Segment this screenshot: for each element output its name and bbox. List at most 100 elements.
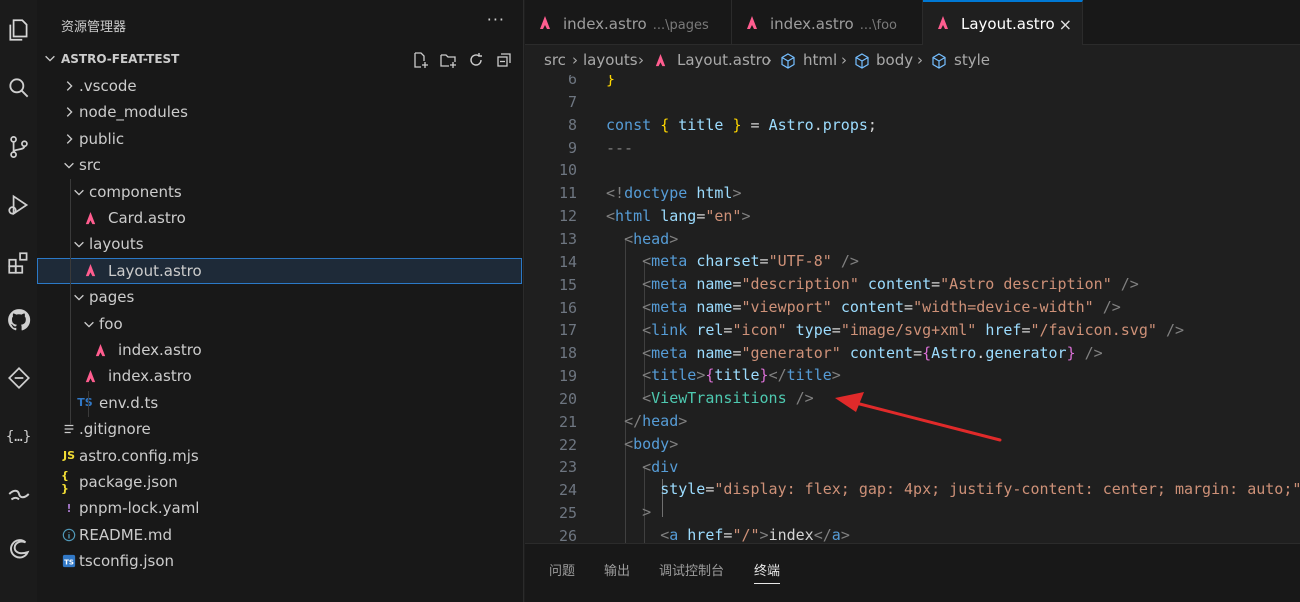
line-number: 12 bbox=[558, 207, 577, 226]
search-icon[interactable] bbox=[0, 68, 37, 108]
tree-item[interactable]: Layout.astro bbox=[37, 257, 522, 284]
code-line: </head> bbox=[624, 412, 688, 430]
code-line: <link rel="icon" type="image/svg+xml" hr… bbox=[642, 321, 1184, 339]
edge-icon[interactable] bbox=[0, 530, 37, 570]
panel-tab-output[interactable]: 输出 bbox=[604, 560, 630, 579]
astro-icon bbox=[938, 16, 948, 29]
tree-item[interactable]: TS tsconfig.json bbox=[37, 548, 523, 574]
tree-item-label: layouts bbox=[89, 235, 144, 254]
chevron-right-icon: › bbox=[638, 51, 644, 69]
tab-layout-astro[interactable]: Layout.astro × bbox=[923, 0, 1083, 45]
tree-item-label: env.d.ts bbox=[99, 393, 159, 412]
tree-item[interactable]: TS env.d.ts bbox=[37, 390, 523, 416]
code-line: <meta name="description" content="Astro … bbox=[642, 275, 1139, 293]
tab-pages-index[interactable]: index.astro ...\pages bbox=[525, 0, 732, 45]
chevron-down-icon bbox=[45, 55, 55, 62]
explorer-title: 资源管理器 bbox=[61, 20, 127, 35]
json-tools-icon[interactable]: {…} bbox=[0, 417, 37, 457]
tree-item[interactable]: index.astro bbox=[37, 363, 523, 389]
source-control-icon[interactable] bbox=[0, 127, 37, 167]
more-actions-icon[interactable]: ··· bbox=[487, 10, 505, 29]
code-line: <head> bbox=[624, 230, 679, 248]
breadcrumb-src[interactable]: src bbox=[544, 51, 566, 69]
breadcrumb-layouts[interactable]: layouts bbox=[583, 51, 638, 69]
chevron-right-icon bbox=[61, 131, 77, 147]
tree-item[interactable]: .vscode bbox=[37, 73, 523, 99]
line-number: 26 bbox=[558, 527, 577, 543]
breadcrumb-html[interactable]: html bbox=[803, 51, 837, 69]
tree-item-label: src bbox=[79, 156, 101, 175]
tree-item[interactable]: node_modules bbox=[37, 99, 523, 125]
gitignore-icon bbox=[61, 421, 77, 437]
github-icon[interactable] bbox=[0, 300, 37, 340]
svg-text:TS: TS bbox=[64, 559, 74, 567]
line-number: 14 bbox=[558, 252, 577, 271]
explorer-sidebar: 资源管理器 ··· ASTRO-FEAT-TEST .vscode node_mo… bbox=[37, 0, 524, 602]
tree-item[interactable]: README.md bbox=[37, 522, 523, 548]
symbol-cube-icon bbox=[932, 53, 946, 69]
tree-item[interactable]: layouts bbox=[37, 231, 523, 257]
run-debug-icon[interactable] bbox=[0, 185, 37, 225]
close-icon[interactable]: × bbox=[1059, 15, 1072, 34]
code-editor[interactable]: 6 7 8 9 10 11 12 13 14 15 16 17 18 19 20 21 22 23 24 25 26 }… bbox=[525, 75, 1300, 543]
editor-tabs: index.astro ...\pages index.astro ...\foo … bbox=[525, 0, 1300, 45]
collapse-all-icon[interactable] bbox=[493, 49, 515, 71]
new-folder-icon[interactable] bbox=[437, 49, 459, 71]
panel-tab-debug-console[interactable]: 调试控制台 bbox=[659, 560, 724, 579]
tab-foo-index[interactable]: index.astro ...\foo bbox=[732, 0, 923, 45]
chevron-right-icon: › bbox=[841, 51, 847, 69]
line-number: 20 bbox=[558, 389, 577, 408]
line-number: 8 bbox=[567, 115, 577, 134]
tree-item[interactable]: components bbox=[37, 179, 523, 205]
tree-item[interactable]: .gitignore bbox=[37, 416, 523, 442]
astro-icon bbox=[82, 368, 98, 384]
panel-tab-problems[interactable]: 问题 bbox=[549, 560, 575, 579]
swirl-extension-icon[interactable] bbox=[0, 474, 37, 514]
code-line: const { title } = Astro.props; bbox=[606, 116, 877, 134]
project-name: ASTRO-FEAT-TEST bbox=[61, 52, 180, 66]
project-header[interactable]: ASTRO-FEAT-TEST bbox=[37, 48, 523, 72]
tree-item-label: tsconfig.json bbox=[79, 552, 175, 571]
tree-item[interactable]: JS astro.config.mjs bbox=[37, 443, 523, 469]
code-line: > bbox=[642, 503, 652, 521]
tree-item[interactable]: Card.astro bbox=[37, 205, 523, 231]
line-number: 18 bbox=[558, 344, 577, 363]
tree-item[interactable]: { } package.json bbox=[37, 469, 523, 495]
tree-item[interactable]: pages bbox=[37, 284, 523, 310]
line-number: 25 bbox=[558, 504, 577, 523]
line-number: 21 bbox=[558, 412, 577, 431]
breadcrumb-file[interactable]: Layout.astro bbox=[677, 51, 771, 69]
tree-item-label: index.astro bbox=[108, 367, 192, 386]
code-line: } bbox=[606, 75, 616, 88]
tree-item[interactable]: foo bbox=[37, 311, 523, 337]
code-line: --- bbox=[606, 139, 634, 157]
chevron-down-icon bbox=[71, 184, 87, 200]
remote-explorer-icon[interactable] bbox=[0, 358, 37, 398]
tree-item[interactable]: src bbox=[37, 152, 523, 178]
line-number: 16 bbox=[558, 298, 577, 317]
line-number: 11 bbox=[558, 184, 577, 203]
code-line: <title>{title}</title> bbox=[642, 366, 841, 384]
refresh-icon[interactable] bbox=[465, 49, 487, 71]
tree-item[interactable]: public bbox=[37, 126, 523, 152]
tsconfig-icon: TS bbox=[61, 553, 77, 569]
panel-tab-terminal[interactable]: 终端 bbox=[754, 560, 781, 584]
line-number: 6 bbox=[567, 75, 577, 88]
tree-item-label: astro.config.mjs bbox=[79, 446, 199, 465]
breadcrumb-body[interactable]: body bbox=[876, 51, 913, 69]
tree-item[interactable]: ! pnpm-lock.yaml bbox=[37, 495, 523, 521]
tree-item-label: package.json bbox=[79, 473, 178, 491]
line-number: 10 bbox=[558, 161, 577, 180]
tree-indent-guide bbox=[70, 179, 71, 425]
line-number: 24 bbox=[558, 481, 577, 500]
explorer-icon[interactable] bbox=[0, 10, 37, 50]
tree-item-label: Layout.astro bbox=[108, 261, 202, 280]
breadcrumb-style[interactable]: style bbox=[954, 51, 990, 69]
bottom-panel: 问题 输出 调试控制台 终端 bbox=[525, 543, 1300, 602]
code-line: <meta name="viewport" content="width=dev… bbox=[642, 298, 1121, 316]
tree-item[interactable]: index.astro bbox=[37, 337, 523, 363]
info-icon bbox=[61, 527, 77, 543]
new-file-icon[interactable] bbox=[409, 49, 431, 71]
tree-item-label: README.md bbox=[79, 525, 173, 544]
extensions-icon[interactable] bbox=[0, 243, 37, 283]
